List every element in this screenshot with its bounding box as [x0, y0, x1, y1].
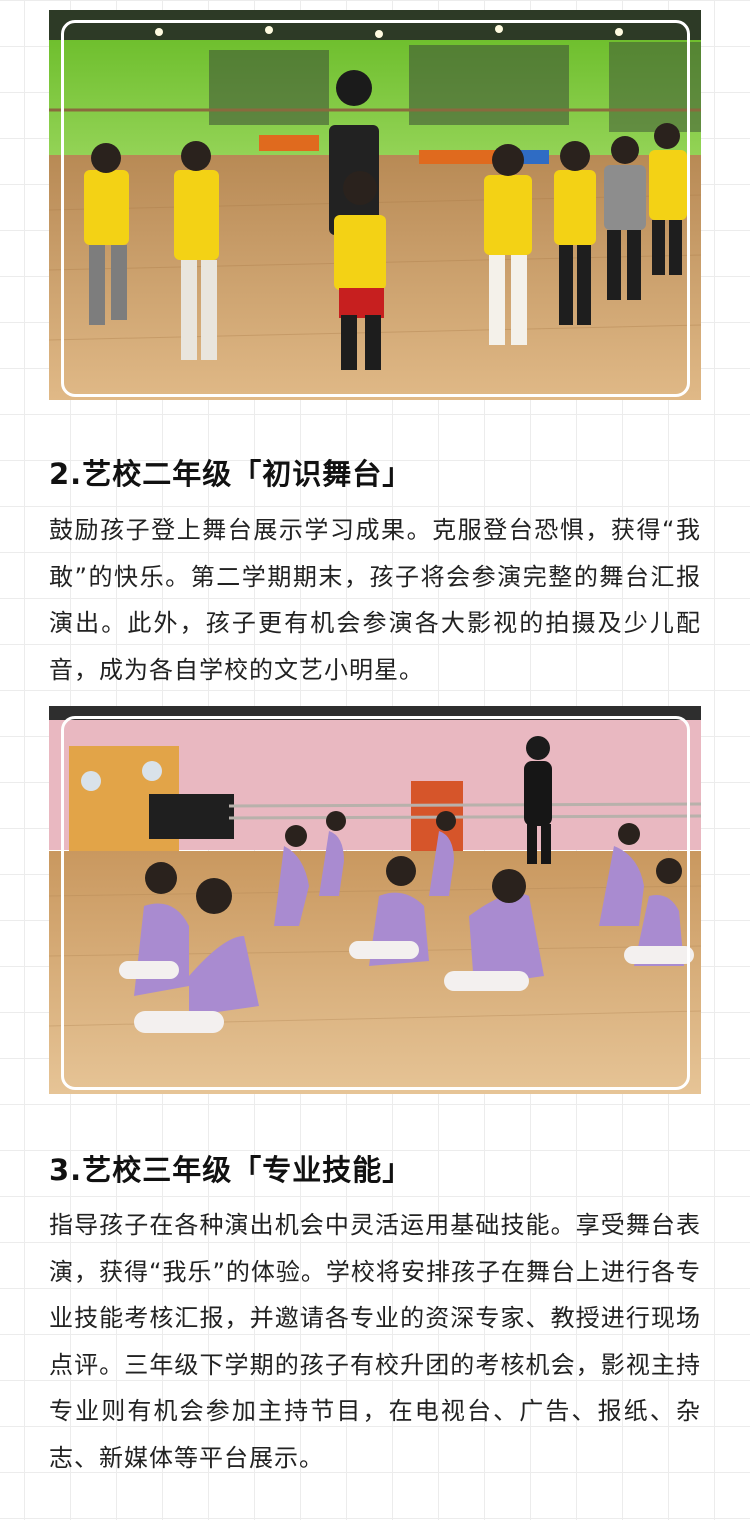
ballet-class-photo-pink-studio [49, 706, 701, 1094]
section-body-grade-3: 指导孩子在各种演出机会中灵活运用基础技能。享受舞台表演，获得“我乐”的体验。学校… [49, 1211, 701, 1472]
photo-frame-border [61, 20, 690, 397]
section-heading-grade-3: 3.艺校三年级「专业技能」 [49, 1153, 413, 1187]
photo-frame-border [61, 716, 690, 1090]
section-body-grade-2: 鼓励孩子登上舞台展示学习成果。克服登台恐惧，获得“我敢”的快乐。第二学期期末，孩… [49, 516, 701, 684]
section-heading-grade-2: 2.艺校二年级「初识舞台」 [49, 457, 413, 491]
dance-class-photo-green-studio [49, 10, 701, 400]
